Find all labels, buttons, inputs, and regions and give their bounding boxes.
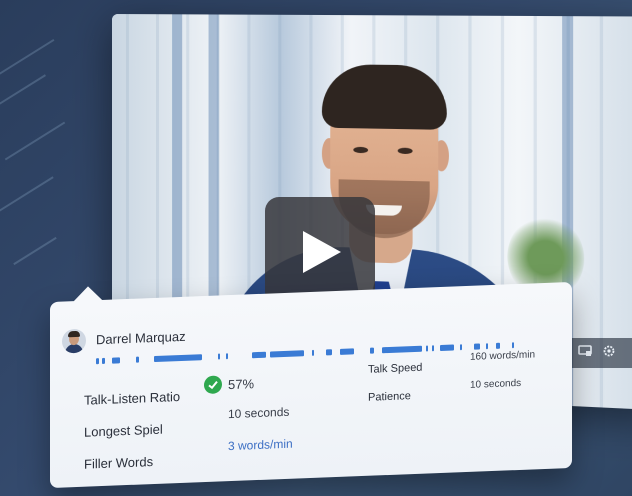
avatar [62, 328, 86, 354]
timeline-segment [154, 354, 202, 363]
timeline-segment [96, 358, 99, 365]
screen-icon[interactable] [578, 344, 592, 362]
patience-value: 10 seconds [470, 377, 522, 391]
timeline-segment [432, 345, 434, 352]
video-controls [570, 338, 632, 368]
filler-words-label: Filler Words [84, 454, 154, 472]
timeline-segment [312, 349, 314, 356]
play-icon [295, 227, 345, 277]
timeline-segment [326, 349, 332, 356]
timeline-segment [226, 353, 228, 360]
timeline-segment [426, 345, 428, 352]
check-icon [204, 375, 222, 395]
talk-speed-value: 160 words/min [470, 349, 536, 363]
timeline-segment [382, 345, 422, 354]
call-stats-card: Darrel Marquaz Talk-Listen Ratio 57% Lon… [50, 281, 572, 488]
talk-listen-value: 57% [228, 376, 255, 393]
speaker-name: Darrel Marquaz [96, 328, 186, 348]
longest-spiel-label: Longest Spiel [84, 421, 163, 440]
gear-icon[interactable] [602, 344, 616, 363]
timeline-segment [218, 353, 220, 360]
timeline-segment [252, 351, 266, 359]
longest-spiel-value: 10 seconds [228, 404, 290, 422]
filler-words-value[interactable]: 3 words/min [228, 437, 293, 453]
timeline-segment [486, 343, 488, 350]
timeline-segment [496, 342, 500, 349]
timeline-segment [102, 357, 105, 365]
timeline-segment [460, 344, 462, 351]
timeline-segment [112, 357, 120, 364]
patience-label: Patience [368, 390, 411, 404]
timeline-segment [136, 356, 139, 363]
timeline-segment [340, 348, 354, 355]
timeline-segment [474, 343, 480, 350]
timeline-segment [512, 342, 514, 349]
talk-listen-label: Talk-Listen Ratio [84, 389, 181, 408]
timeline-segment [270, 350, 304, 358]
timeline-segment [440, 344, 454, 352]
timeline-segment [370, 347, 374, 354]
talk-speed-label: Talk Speed [368, 361, 423, 376]
